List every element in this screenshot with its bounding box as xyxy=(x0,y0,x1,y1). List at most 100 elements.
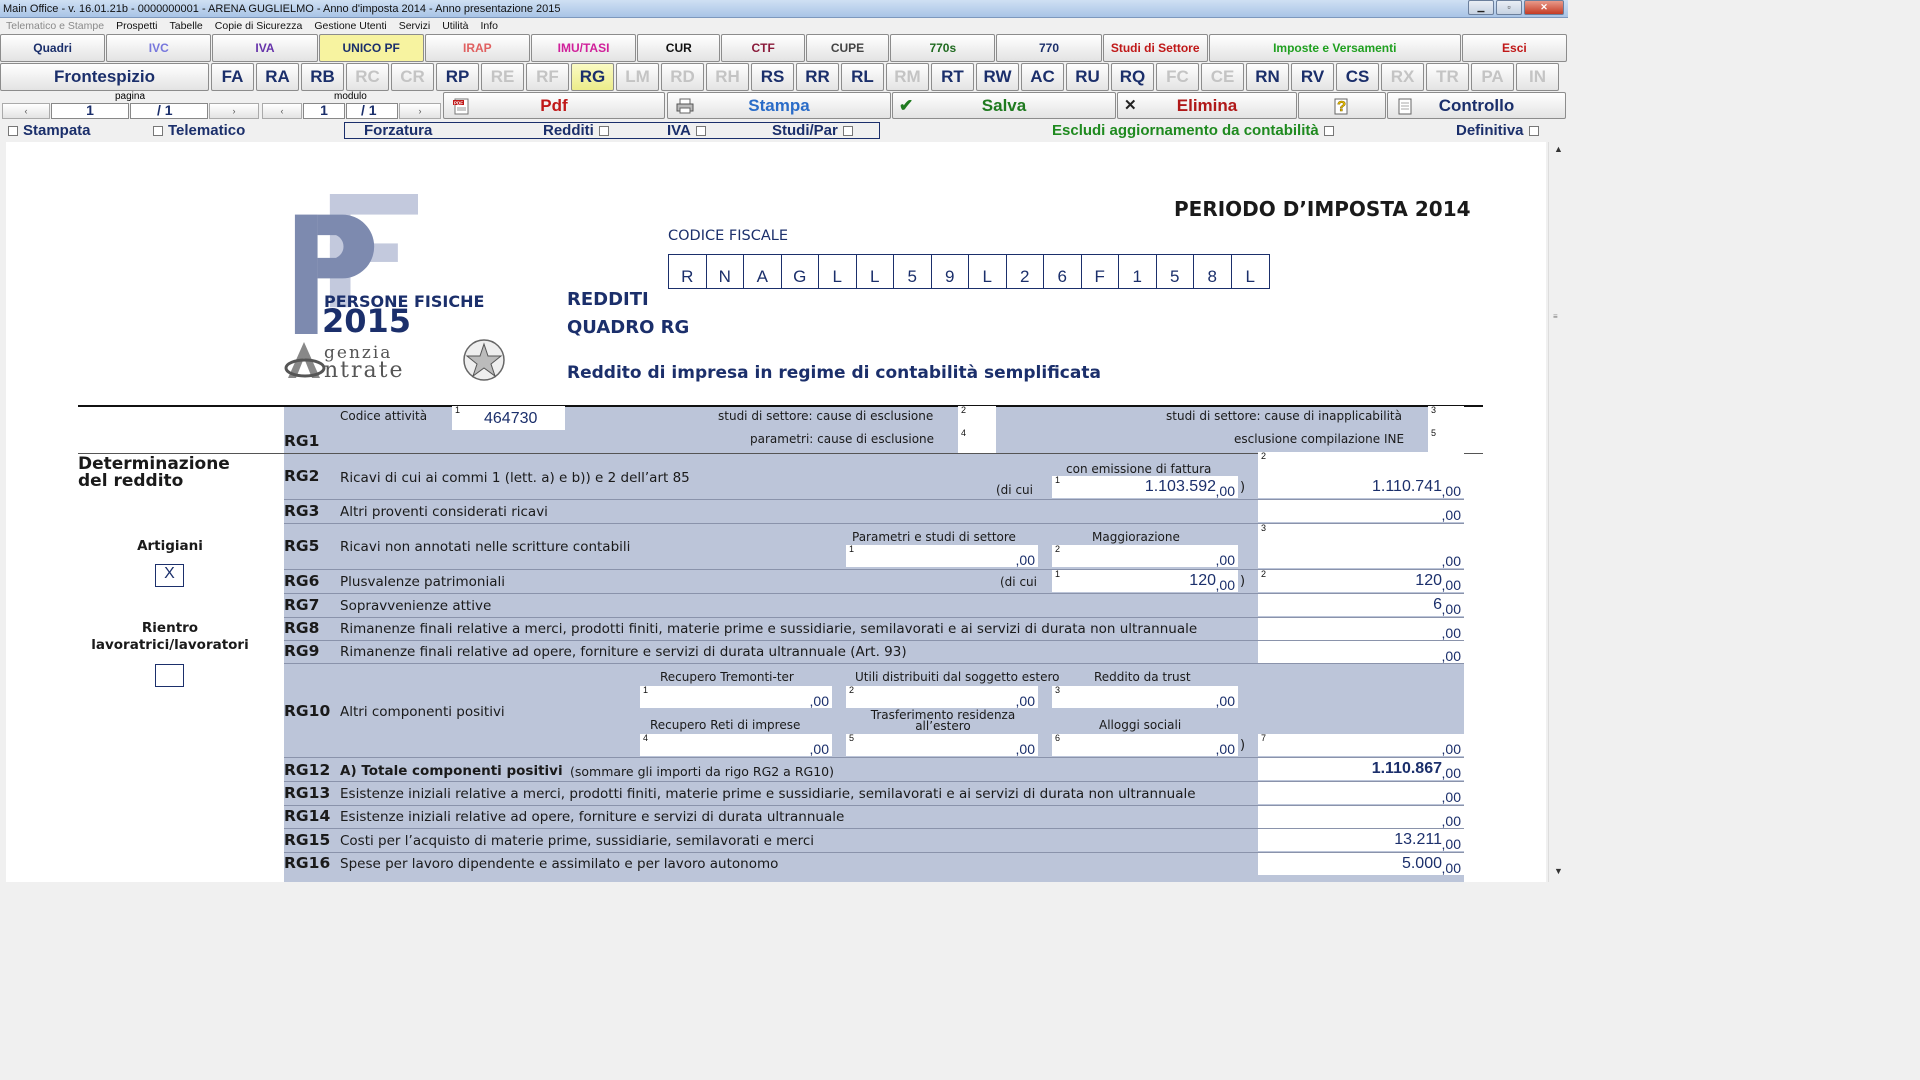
module-tab[interactable]: Quadri xyxy=(0,34,106,62)
modulo-input[interactable]: 1 xyxy=(303,102,345,119)
codice-fiscale-char[interactable]: 8 xyxy=(1194,255,1232,288)
codice-fiscale-char[interactable]: 1 xyxy=(1119,255,1157,288)
module-tab[interactable]: IVC xyxy=(106,34,212,62)
inapplicabilita-field[interactable]: 3 xyxy=(1428,405,1464,430)
quadro-button[interactable]: RQ xyxy=(1111,63,1154,91)
module-tab[interactable]: CTF xyxy=(721,34,805,62)
rg10-field-6[interactable]: 6,00 xyxy=(1052,733,1238,757)
quadro-button[interactable]: RF xyxy=(526,63,569,91)
page-next-button[interactable]: › xyxy=(209,103,259,119)
module-tab[interactable]: Imposte e Versamenti xyxy=(1208,34,1461,62)
codice-fiscale-char[interactable]: 9 xyxy=(932,255,969,288)
codice-fiscale-char[interactable]: 5 xyxy=(894,255,932,288)
help-button[interactable]: ? xyxy=(1298,92,1386,119)
quadro-button[interactable]: Frontespizio xyxy=(0,63,209,91)
iva-checkbox[interactable]: IVA xyxy=(667,122,706,139)
maximize-button[interactable]: ▫ xyxy=(1496,0,1522,15)
codice-fiscale-char[interactable]: R xyxy=(669,255,707,288)
module-tab[interactable]: CUR xyxy=(637,34,721,62)
quadro-button[interactable]: RT xyxy=(931,63,974,91)
rg2-field-2[interactable]: 2 1.110.741,00 xyxy=(1258,451,1464,499)
quadro-button[interactable]: RP xyxy=(436,63,479,91)
quadro-button[interactable]: RS xyxy=(751,63,794,91)
quadro-button[interactable]: AC xyxy=(1021,63,1064,91)
checkbox-box[interactable] xyxy=(153,125,163,136)
scroll-thumb[interactable]: ≡ xyxy=(1553,312,1558,321)
redditi-checkbox[interactable]: Redditi xyxy=(543,122,609,139)
pagina-input[interactable]: 1 xyxy=(51,102,129,119)
rg5-field-2[interactable]: 2,00 xyxy=(1052,544,1238,568)
rg14-field[interactable]: ,00 xyxy=(1258,806,1464,829)
rg10-field-2[interactable]: 2,00 xyxy=(846,685,1038,709)
module-tab[interactable]: Studi di Settore xyxy=(1102,34,1208,62)
menu-item[interactable]: Copie di Sicurezza xyxy=(209,20,309,32)
quadro-button[interactable]: RE xyxy=(481,63,524,91)
module-next-button[interactable]: › xyxy=(399,103,441,119)
quadro-button[interactable]: RG xyxy=(571,63,614,91)
module-tab[interactable]: UNICO PF xyxy=(318,34,424,62)
controllo-button[interactable]: Controllo xyxy=(1387,92,1566,119)
studi-checkbox[interactable]: Studi/Par xyxy=(772,122,853,139)
esclusione-field[interactable]: 2 xyxy=(958,405,996,430)
codice-fiscale-char[interactable]: L xyxy=(819,255,857,288)
menu-item[interactable]: Info xyxy=(474,20,504,32)
rg2-field-1[interactable]: 1 1.103.592,00 xyxy=(1052,475,1238,499)
quadro-button[interactable]: TR xyxy=(1426,63,1469,91)
quadro-button[interactable]: CS xyxy=(1336,63,1379,91)
quadro-button[interactable]: RC xyxy=(346,63,389,91)
menu-item[interactable]: Utilità xyxy=(436,20,474,32)
quadro-button[interactable]: RR xyxy=(796,63,839,91)
rg10-field-1[interactable]: 1,00 xyxy=(640,685,832,709)
vertical-scrollbar[interactable]: ▲ ≡ ▼ xyxy=(1548,142,1568,882)
telematico-checkbox[interactable]: Telematico xyxy=(153,122,245,139)
rg13-field[interactable]: ,00 xyxy=(1258,782,1464,805)
rg9-field[interactable]: ,00 xyxy=(1258,641,1464,664)
salva-button[interactable]: ✔ Salva xyxy=(892,92,1116,119)
quadro-button[interactable]: CE xyxy=(1201,63,1244,91)
rg10-field-3[interactable]: 3,00 xyxy=(1052,685,1238,709)
quadro-button[interactable]: RW xyxy=(976,63,1019,91)
module-tab[interactable]: IMU/TASI xyxy=(530,34,637,62)
checkbox-box[interactable] xyxy=(598,125,609,136)
quadro-button[interactable]: RL xyxy=(841,63,884,91)
quadro-button[interactable]: RX xyxy=(1381,63,1424,91)
rg7-field[interactable]: 6,00 xyxy=(1258,594,1464,617)
rg10-field-5[interactable]: 5,00 xyxy=(846,733,1038,757)
rg3-field[interactable]: ,00 xyxy=(1258,500,1464,523)
module-prev-button[interactable]: ‹ xyxy=(262,103,302,119)
artigiani-checkbox[interactable]: X xyxy=(155,564,184,587)
rg10-field-7[interactable]: 7,00 xyxy=(1258,733,1464,757)
rg5-field-3[interactable]: 3,00 xyxy=(1258,523,1464,569)
module-tab[interactable]: 770 xyxy=(996,34,1102,62)
quadro-button[interactable]: RN xyxy=(1246,63,1289,91)
codice-fiscale-char[interactable]: L xyxy=(969,255,1007,288)
quadro-button[interactable]: LM xyxy=(616,63,659,91)
module-tab[interactable]: IRAP xyxy=(424,34,530,62)
rg15-field[interactable]: 13.211,00 xyxy=(1258,829,1464,852)
codice-fiscale-char[interactable]: A xyxy=(744,255,782,288)
escludi-checkbox[interactable]: Escludi aggiornamento da contabilità xyxy=(1052,122,1334,139)
codice-fiscale-char[interactable]: F xyxy=(1082,255,1119,288)
module-tab[interactable]: Esci xyxy=(1461,34,1567,62)
rg12-field[interactable]: 1.110.867,00 xyxy=(1258,758,1464,781)
codice-fiscale-char[interactable]: 2 xyxy=(1007,255,1044,288)
quadro-button[interactable]: FC xyxy=(1156,63,1199,91)
elimina-button[interactable]: ✕ Elimina xyxy=(1117,92,1297,119)
minimize-button[interactable]: ▁ xyxy=(1468,0,1494,15)
rg6-field-1[interactable]: 1 120,00 xyxy=(1052,569,1238,593)
quadro-button[interactable]: IN xyxy=(1516,63,1559,91)
quadro-button[interactable]: RA xyxy=(256,63,299,91)
quadro-button[interactable]: PA xyxy=(1471,63,1514,91)
checkbox-box[interactable] xyxy=(8,125,18,136)
menu-item[interactable]: Tabelle xyxy=(164,20,209,32)
module-tab[interactable]: 770s xyxy=(890,34,996,62)
checkbox-box[interactable] xyxy=(1528,125,1539,136)
codice-fiscale-char[interactable]: L xyxy=(857,255,894,288)
quadro-button[interactable]: FA xyxy=(211,63,254,91)
menu-item[interactable]: Servizi xyxy=(393,20,437,32)
quadro-button[interactable]: RV xyxy=(1291,63,1334,91)
stampata-checkbox[interactable]: Stampata xyxy=(8,122,91,139)
module-tab[interactable]: IVA xyxy=(212,34,318,62)
rg16-field[interactable]: 5.000,00 xyxy=(1258,853,1464,876)
quadro-button[interactable]: RB xyxy=(301,63,344,91)
